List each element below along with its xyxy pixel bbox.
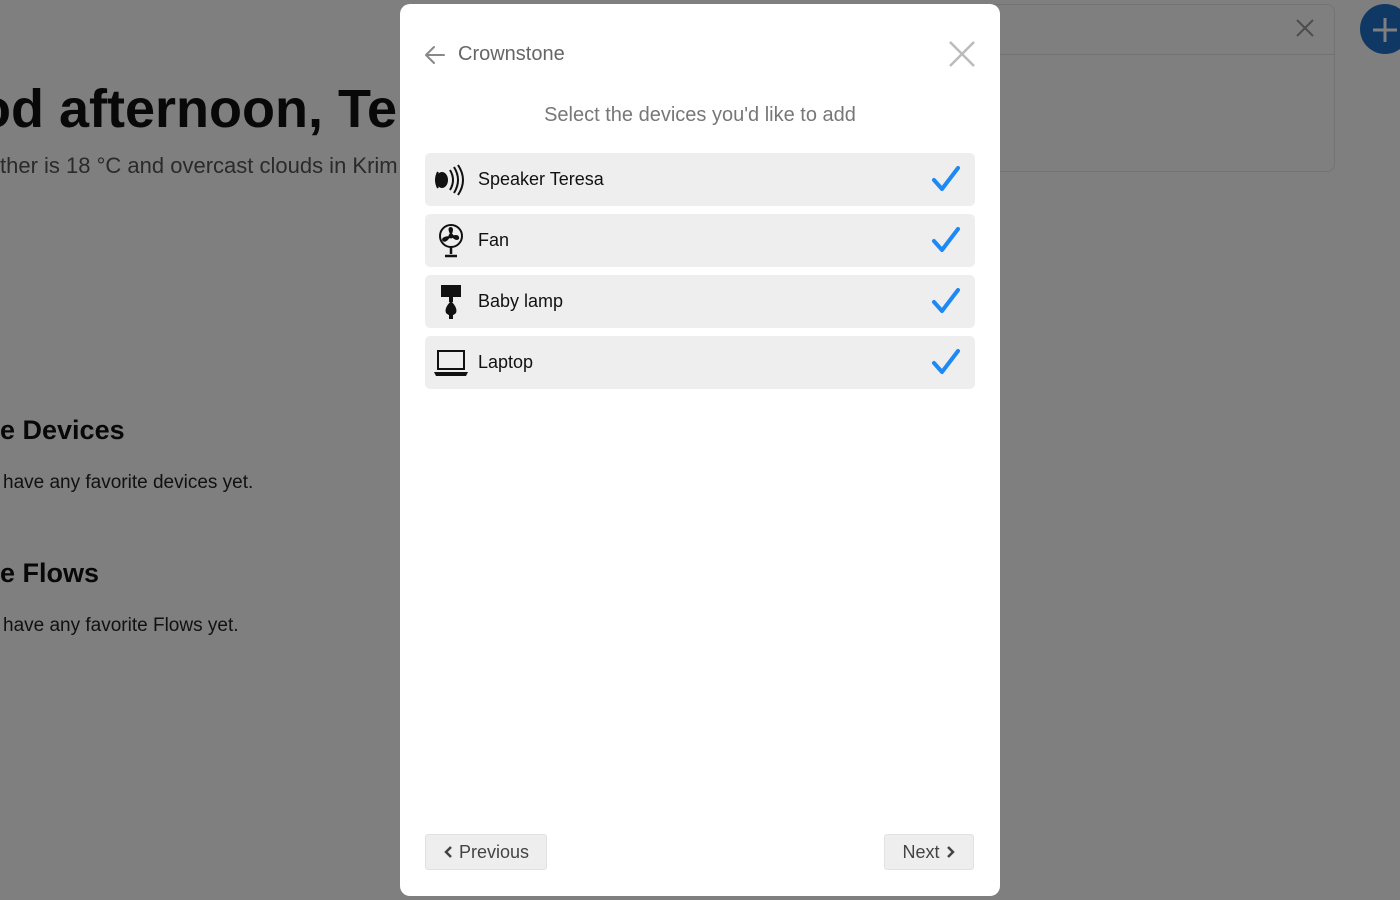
device-item-laptop[interactable]: Laptop xyxy=(425,336,975,389)
device-label: Speaker Teresa xyxy=(478,169,604,189)
device-label: Baby lamp xyxy=(478,291,564,311)
add-devices-dialog: Crownstone Select the devices you'd like… xyxy=(400,4,1000,896)
speaker-icon xyxy=(435,164,464,196)
back-arrow-icon[interactable] xyxy=(422,42,448,68)
device-item-baby-lamp[interactable]: Baby lamp xyxy=(425,275,975,328)
checkmark-icon xyxy=(932,166,960,191)
fan-icon xyxy=(439,224,463,258)
chevron-right-icon xyxy=(946,846,955,858)
device-item-speaker-teresa[interactable]: Speaker Teresa xyxy=(425,153,975,206)
previous-button-label: Previous xyxy=(458,841,530,862)
dialog-title: Crownstone xyxy=(458,43,565,65)
close-icon[interactable] xyxy=(948,40,976,68)
device-list: Speaker Teresa Fan Baby lamp Laptop xyxy=(425,153,975,397)
dialog-subtitle: Select the devices you'd like to add xyxy=(544,104,856,126)
dialog-header: Crownstone xyxy=(400,4,1000,104)
checkmark-icon xyxy=(932,227,960,252)
laptop-icon xyxy=(434,350,468,376)
checkmark-icon xyxy=(932,349,960,374)
device-label: Fan xyxy=(478,230,510,250)
next-button[interactable]: Next xyxy=(884,834,974,870)
lamp-icon xyxy=(441,285,461,319)
previous-button[interactable]: Previous xyxy=(425,834,547,870)
device-item-fan[interactable]: Fan xyxy=(425,214,975,267)
checkmark-icon xyxy=(932,288,960,313)
chevron-left-icon xyxy=(444,846,452,858)
device-label: Laptop xyxy=(478,352,534,372)
next-button-label: Next xyxy=(902,841,940,862)
